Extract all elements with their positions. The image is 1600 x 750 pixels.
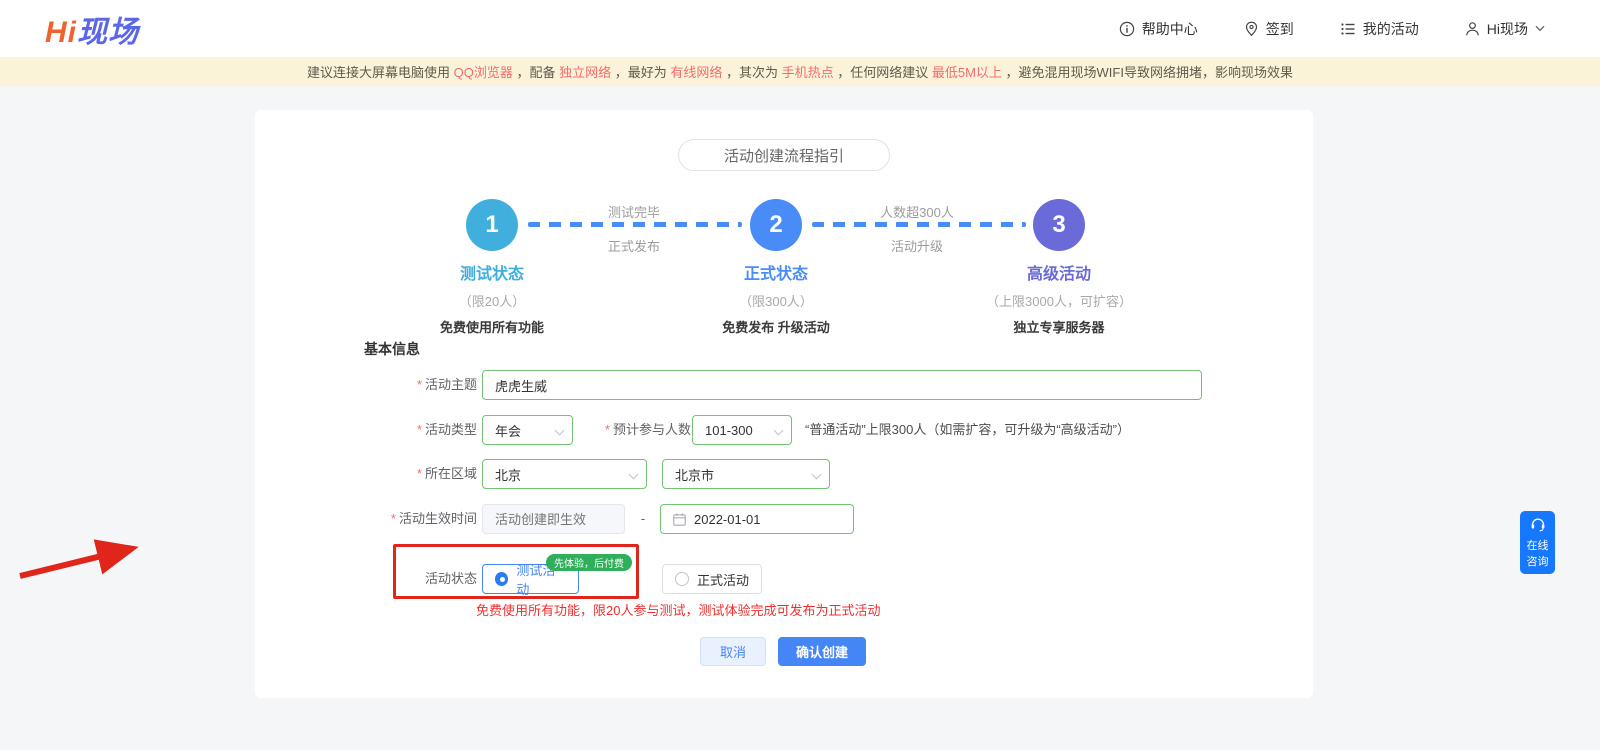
user-icon xyxy=(1465,21,1480,37)
list-icon xyxy=(1340,21,1356,37)
connector-2-top-label: 人数超300人 xyxy=(837,202,997,221)
radio-selected-icon xyxy=(495,572,508,586)
menu-label: 帮助中心 xyxy=(1142,19,1198,39)
step-connector-1 xyxy=(528,222,742,227)
end-date-picker[interactable]: 2022-01-01 xyxy=(660,504,854,534)
step-1-circle: 1 xyxy=(466,199,518,251)
region-label: *所在区域 xyxy=(255,459,477,489)
step-1-limit: （限20人） xyxy=(362,291,622,310)
type-select-value: 年会 xyxy=(495,421,521,440)
attendees-select[interactable]: 101-300 xyxy=(692,415,792,445)
chevron-down-icon xyxy=(812,470,822,480)
step-connector-2 xyxy=(812,222,1026,227)
pin-icon xyxy=(1244,21,1259,37)
section-title-basic-info: 基本信息 xyxy=(364,339,420,359)
type-label: *活动类型 xyxy=(255,415,477,445)
chevron-down-icon xyxy=(774,426,784,436)
status-option-formal[interactable]: 正式活动 xyxy=(662,564,762,594)
notice-text: 建议连接大屏幕电脑使用 QQ浏览器 ，配备 独立网络 ，最好为 有线网络 ，其次… xyxy=(307,62,1293,81)
app-logo[interactable]: Hi现场 xyxy=(45,7,139,51)
info-icon xyxy=(1119,21,1135,37)
radio-unselected-icon xyxy=(675,572,689,586)
menu-item-help-center[interactable]: 帮助中心 xyxy=(1119,19,1198,39)
step-3-name: 高级活动 xyxy=(929,260,1189,284)
connector-2-bottom-label: 活动升级 xyxy=(837,236,997,255)
end-date-value: 2022-01-01 xyxy=(694,512,761,527)
form-row-status: 活动状态 测试活动 先体验，后付费 正式活动 xyxy=(255,564,1313,594)
guide-title-pill: 活动创建流程指引 xyxy=(678,139,890,171)
region-city-value: 北京市 xyxy=(675,465,714,484)
date-range-separator: - xyxy=(633,504,653,534)
step-1-text: 测试状态 （限20人） 免费使用所有功能 xyxy=(362,260,622,336)
menu-item-account[interactable]: Hi现场 xyxy=(1465,19,1545,39)
navbar-menu: 帮助中心 签到 我的活动 Hi现场 xyxy=(1119,19,1545,39)
step-2-text: 正式状态 （限300人） 免费发布 升级活动 xyxy=(646,260,906,336)
region-province-value: 北京 xyxy=(495,465,521,484)
menu-label: Hi现场 xyxy=(1487,19,1528,39)
step-3-desc: 独立专享服务器 xyxy=(929,317,1189,336)
attendees-select-value: 101-300 xyxy=(705,423,753,438)
guide-title: 活动创建流程指引 xyxy=(724,145,844,166)
logo-text-hi: Hi xyxy=(45,16,77,49)
theme-input[interactable] xyxy=(482,370,1202,400)
step-2-desc: 免费发布 升级活动 xyxy=(646,317,906,336)
network-notice-bar: 建议连接大屏幕电脑使用 QQ浏览器 ，配备 独立网络 ，最好为 有线网络 ，其次… xyxy=(0,57,1600,86)
menu-label: 我的活动 xyxy=(1363,19,1419,39)
menu-label: 签到 xyxy=(1266,19,1294,39)
step-1-desc: 免费使用所有功能 xyxy=(362,317,622,336)
step-3-circle: 3 xyxy=(1033,199,1085,251)
confirm-create-button[interactable]: 确认创建 xyxy=(778,637,866,666)
step-2-name: 正式状态 xyxy=(646,260,906,284)
top-navbar: Hi现场 帮助中心 签到 我的活动 Hi现场 xyxy=(0,0,1600,57)
step-2-circle: 2 xyxy=(750,199,802,251)
calendar-icon xyxy=(673,513,686,526)
step-3-limit: （上限3000人，可扩容） xyxy=(929,291,1189,310)
trial-badge: 先体验，后付费 xyxy=(546,554,632,571)
online-consult-button[interactable]: 在线 咨询 xyxy=(1520,511,1555,574)
start-time-input xyxy=(482,504,625,534)
consult-label-line2: 咨询 xyxy=(1527,555,1549,569)
status-label: 活动状态 xyxy=(255,564,477,594)
status-note: 免费使用所有功能，限20人参与测试，测试体验完成可发布为正式活动 xyxy=(476,600,880,619)
region-province-select[interactable]: 北京 xyxy=(482,459,647,489)
form-row-type-attendees: *活动类型 年会 *预计参与人数 101-300 “普通活动”上限300人（如需… xyxy=(255,415,1313,445)
form-row-theme: *活动主题 xyxy=(255,370,1313,400)
main-area: 活动创建流程指引 测试完毕 正式发布 人数超300人 活动升级 1 2 3 测试… xyxy=(0,86,1600,750)
connector-1-top-label: 测试完毕 xyxy=(554,202,714,221)
theme-label: *活动主题 xyxy=(255,370,477,400)
effective-time-label: *活动生效时间 xyxy=(255,504,477,534)
create-activity-card: 活动创建流程指引 测试完毕 正式发布 人数超300人 活动升级 1 2 3 测试… xyxy=(255,110,1313,698)
headset-icon xyxy=(1530,517,1546,537)
step-2-limit: （限300人） xyxy=(646,291,906,310)
attendees-label: *预计参与人数 xyxy=(555,415,691,445)
menu-item-checkin[interactable]: 签到 xyxy=(1244,19,1294,39)
annotation-arrow xyxy=(14,526,149,581)
connector-1-bottom-label: 正式发布 xyxy=(554,236,714,255)
chevron-down-icon xyxy=(629,470,639,480)
form-row-region: *所在区域 北京 北京市 xyxy=(255,459,1313,489)
chevron-down-icon xyxy=(1535,25,1545,32)
status-option-formal-label: 正式活动 xyxy=(697,570,749,589)
form-row-effective-time: *活动生效时间 - 2022-01-01 xyxy=(255,504,1313,534)
logo-text-scene: 现场 xyxy=(77,16,139,49)
attendees-hint: “普通活动”上限300人（如需扩容，可升级为“高级活动”） xyxy=(805,415,1130,445)
region-city-select[interactable]: 北京市 xyxy=(662,459,830,489)
step-3-text: 高级活动 （上限3000人，可扩容） 独立专享服务器 xyxy=(929,260,1189,336)
consult-label-line1: 在线 xyxy=(1527,539,1549,553)
menu-item-my-activities[interactable]: 我的活动 xyxy=(1340,19,1419,39)
cancel-button[interactable]: 取消 xyxy=(700,637,766,666)
step-1-name: 测试状态 xyxy=(362,260,622,284)
